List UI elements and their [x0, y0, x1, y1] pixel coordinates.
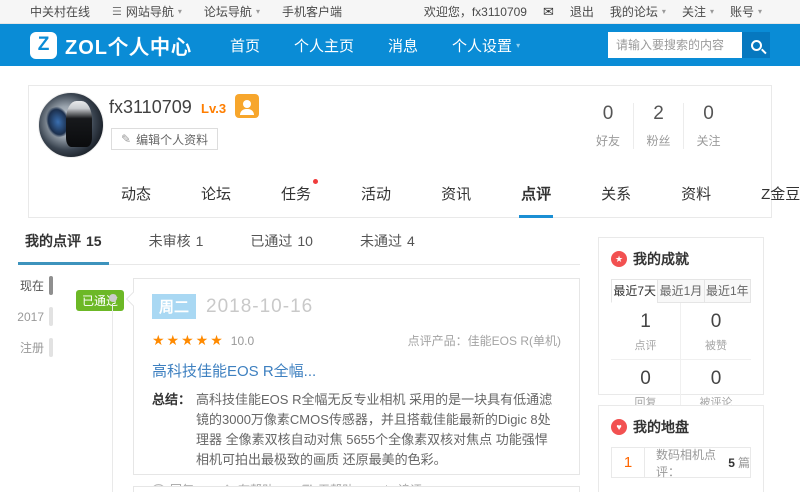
chevron-down-icon: ▾	[177, 7, 182, 16]
card-notch	[125, 291, 141, 307]
review-card: 周二 2018-10-16 ★★★★★ 10.0 点评产品：佳能EOS R(单机…	[125, 278, 580, 492]
person-icon	[240, 100, 254, 115]
link-mobile-client[interactable]: 手机客户端	[282, 3, 342, 20]
subtab-approved[interactable]: 已通过 10	[243, 231, 320, 264]
weekday-badge: 周二	[152, 294, 197, 319]
subtab-rejected[interactable]: 未通过 4	[353, 231, 422, 264]
subtab-pending[interactable]: 未审核 1	[142, 231, 211, 264]
content-area: 我的点评 15 未审核 1 已通过 10 未通过 4 现在 2017 注册 已通过 周二…	[0, 218, 800, 492]
timeline-register[interactable]: 注册	[16, 338, 53, 357]
avatar[interactable]	[38, 92, 104, 158]
product-link[interactable]: 点评产品：佳能EOS R(单机)	[408, 332, 561, 349]
forum-nav-menu[interactable]: 论坛导航 ▾	[204, 3, 260, 20]
timeline-2017[interactable]: 2017	[16, 307, 53, 326]
timeline-bar	[49, 338, 53, 357]
notification-dot	[313, 179, 319, 184]
tab-reviews[interactable]: 点评	[519, 183, 554, 218]
nav-messages[interactable]: 消息	[388, 35, 418, 56]
achievements-title: 我的成就	[633, 251, 689, 267]
review-date: 2018-10-16	[206, 295, 314, 317]
brand-title: ZOL个人中心	[65, 36, 192, 59]
timeline-bar	[49, 307, 53, 326]
profile-level: Lv.3	[201, 101, 227, 116]
zol-logo-icon[interactable]: Z	[30, 31, 57, 59]
achievements-tabs: 最近7天 最近1月 最近1年	[611, 279, 751, 303]
follow-menu[interactable]: 关注 ▾	[682, 3, 714, 20]
next-review-card-partial	[133, 486, 580, 492]
mail-icon[interactable]: ✉	[543, 4, 554, 20]
chevron-down-icon: ▾	[757, 7, 762, 16]
tab-tasks[interactable]: 任务	[279, 179, 319, 218]
stat-following[interactable]: 0 关注	[683, 103, 733, 149]
nav-personal-page[interactable]: 个人主页	[294, 35, 354, 56]
site-nav-menu[interactable]: ☰ 网站导航 ▾	[112, 3, 182, 20]
achievements-panel: ★ 我的成就 最近7天 最近1月 最近1年 1 点评 0 被赞 0 回复 0 被…	[598, 237, 764, 416]
account-menu[interactable]: 账号 ▾	[730, 3, 762, 20]
tab-forum[interactable]: 论坛	[199, 183, 233, 218]
profile-username: fx3110709	[109, 97, 192, 117]
rating-value: 10.0	[230, 333, 255, 348]
timeline-line	[112, 304, 113, 492]
link-zol-home[interactable]: 中关村在线	[30, 3, 90, 20]
search-button[interactable]	[742, 32, 770, 58]
tab-activities[interactable]: 活动	[359, 183, 393, 218]
star-rating-icons: ★★★★★	[152, 332, 225, 348]
header-nav: 首页 个人主页 消息 个人设置 ▾	[230, 35, 520, 56]
territory-row[interactable]: 1 数码相机点评： 5 篇	[611, 447, 751, 479]
subtab-my-reviews[interactable]: 我的点评 15	[18, 231, 109, 265]
main-header: Z ZOL个人中心 首页 个人主页 消息 个人设置 ▾	[0, 24, 800, 66]
profile-stats: 0 好友 2 粉丝 0 关注	[583, 103, 733, 149]
search-box	[608, 32, 770, 58]
heart-circle-icon: ♥	[611, 419, 627, 435]
nav-settings[interactable]: 个人设置 ▾	[452, 35, 520, 56]
profile-card: fx3110709 Lv.3 ✎ 编辑个人资料 0 好友 2 粉丝 0 关注 动…	[28, 85, 800, 218]
level-badge-icon[interactable]	[235, 94, 259, 118]
timeline-bar	[49, 276, 53, 295]
top-utility-bar: 中关村在线 ☰ 网站导航 ▾ 论坛导航 ▾ 手机客户端 欢迎您，fx311070…	[0, 0, 800, 24]
review-sub-tabs: 我的点评 15 未审核 1 已通过 10 未通过 4	[18, 231, 580, 265]
main-tabs: 动态 论坛 任务 活动 资讯 点评 关系 资料 Z金豆 更多▾	[29, 179, 800, 218]
tab-dynamics[interactable]: 动态	[119, 183, 153, 218]
my-forum-menu[interactable]: 我的论坛 ▾	[610, 3, 666, 20]
tab-news[interactable]: 资讯	[439, 183, 473, 218]
stat-fans[interactable]: 2 粉丝	[633, 103, 683, 149]
nav-home[interactable]: 首页	[230, 35, 260, 56]
achv-tab-1month[interactable]: 最近1月	[657, 279, 705, 303]
review-title-link[interactable]: 高科技佳能EOS R全幅...	[152, 360, 561, 381]
search-input[interactable]	[608, 32, 742, 58]
achievements-grid: 1 点评 0 被赞 0 回复 0 被评论	[611, 303, 751, 416]
timeline-now[interactable]: 现在	[16, 276, 53, 295]
tab-z-gold[interactable]: Z金豆	[759, 183, 800, 218]
star-circle-icon: ★	[611, 251, 627, 267]
search-icon	[750, 39, 762, 51]
chevron-down-icon: ▾	[255, 7, 260, 16]
tab-profile-info[interactable]: 资料	[679, 183, 713, 218]
welcome-text: 欢迎您，fx3110709	[423, 5, 527, 19]
chevron-down-icon: ▾	[709, 7, 714, 16]
achv-stat-reviews[interactable]: 1 点评	[611, 303, 681, 360]
summary-label: 总结：	[152, 392, 192, 407]
logout-link[interactable]: 退出	[570, 3, 594, 20]
achv-tab-7days[interactable]: 最近7天	[611, 279, 659, 303]
territory-title: 我的地盘	[633, 419, 689, 435]
stat-friends[interactable]: 0 好友	[583, 103, 633, 149]
status-badge-approved: 已通过	[76, 290, 125, 311]
achv-tab-1year[interactable]: 最近1年	[703, 279, 751, 303]
summary-text: 高科技佳能EOS R全幅无反专业相机 采用的是一块具有低通滤镜的3000万像素C…	[196, 392, 553, 467]
edit-profile-button[interactable]: ✎ 编辑个人资料	[111, 128, 219, 150]
achv-stat-likes[interactable]: 0 被赞	[681, 303, 751, 360]
hamburger-icon: ☰	[112, 6, 122, 18]
tab-relations[interactable]: 关系	[599, 183, 633, 218]
timeline-dot	[109, 294, 117, 302]
territory-panel: ♥ 我的地盘 1 数码相机点评： 5 篇	[598, 405, 764, 492]
chevron-down-icon: ▾	[661, 7, 666, 16]
pencil-icon: ✎	[121, 132, 132, 146]
chevron-down-icon: ▾	[516, 40, 521, 50]
